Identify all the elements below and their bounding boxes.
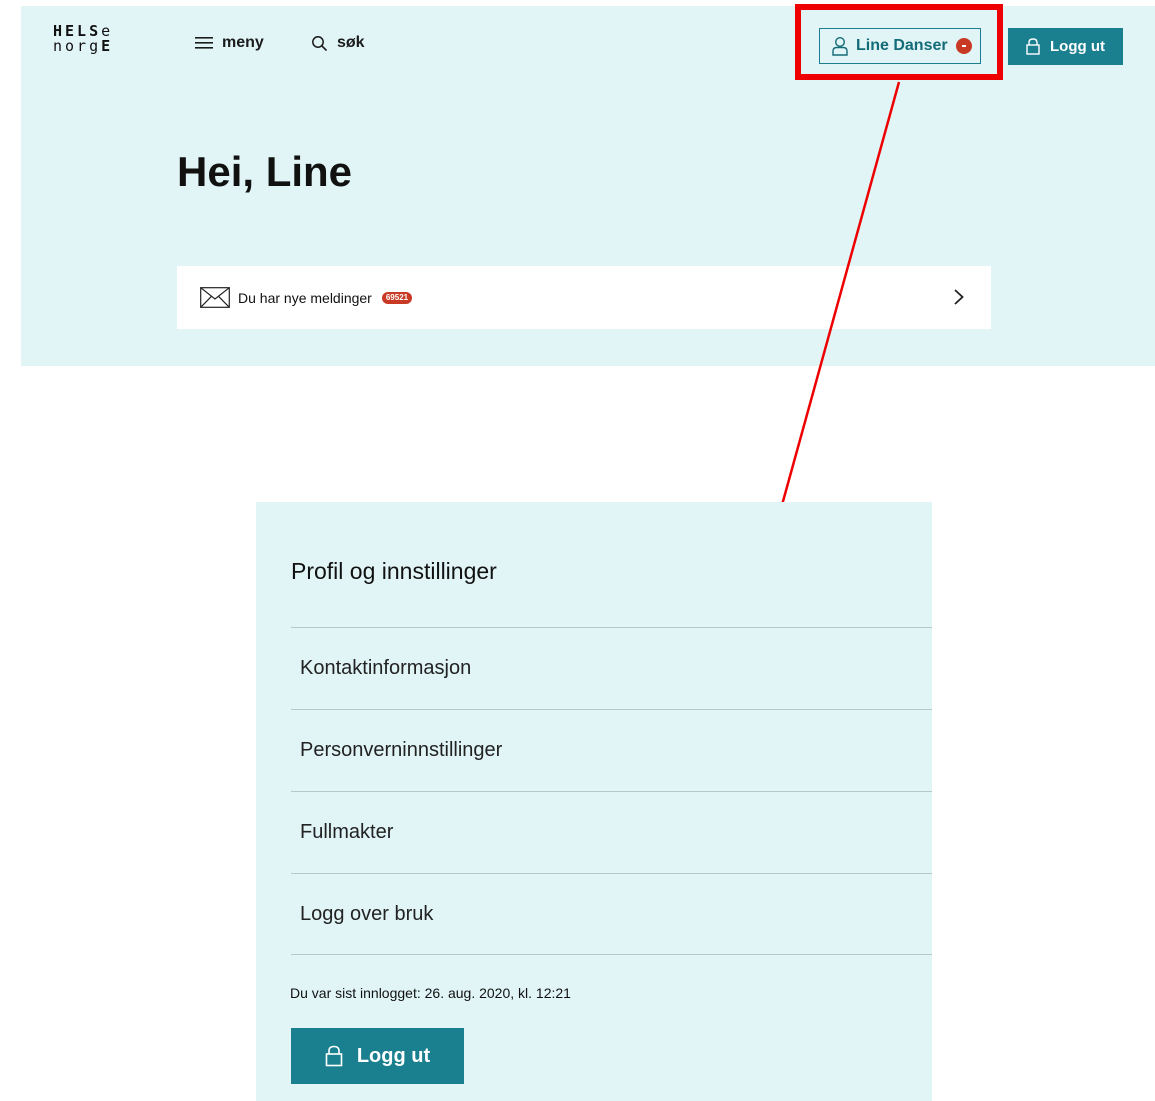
hamburger-icon — [195, 37, 213, 49]
lock-icon — [325, 1045, 343, 1067]
last-login-text: Du var sist innlogget: 26. aug. 2020, kl… — [290, 985, 571, 1001]
greeting-heading: Hei, Line — [177, 148, 353, 195]
search-button[interactable]: søk — [311, 34, 365, 52]
helsenorge-logo[interactable]: HELSe norgE — [53, 24, 113, 54]
messages-count-badge: 69521 — [381, 291, 413, 304]
menu-button[interactable]: meny — [195, 34, 264, 52]
profile-menu-item-fullmakter[interactable]: Fullmakter — [291, 791, 932, 873]
messages-text: Du har nye meldinger — [238, 289, 372, 306]
envelope-icon — [200, 287, 230, 308]
profile-logout-label: Logg ut — [356, 1044, 431, 1067]
logout-label: Logg ut — [1050, 38, 1105, 55]
chevron-right-icon — [954, 289, 964, 305]
profile-menu-item-personverninnstillinger[interactable]: Personverninnstillinger — [291, 709, 932, 791]
profile-dropdown-panel: Profil og innstillinger Kontaktinformasj… — [256, 502, 932, 1101]
logout-button[interactable]: Logg ut — [1008, 28, 1123, 65]
logo-line-2: norgE — [53, 37, 114, 55]
profile-menu-item-logg-over-bruk[interactable]: Logg over bruk — [291, 873, 932, 955]
new-messages-link[interactable]: Du har nye meldinger 69521 — [177, 266, 991, 329]
profile-menu-item-kontaktinformasjon[interactable]: Kontaktinformasjon — [291, 627, 932, 709]
profile-logout-button[interactable]: Logg ut — [291, 1028, 464, 1084]
profile-panel-title: Profil og innstillinger — [291, 558, 497, 584]
notification-dot — [955, 38, 972, 54]
search-icon — [312, 35, 328, 51]
user-profile-button[interactable]: Line Danser — [819, 28, 981, 64]
profile-menu-list: Kontaktinformasjon Personverninnstilling… — [291, 627, 932, 955]
lock-icon — [1026, 38, 1040, 55]
person-icon — [832, 36, 848, 56]
menu-label: meny — [222, 34, 264, 51]
user-name: Line Danser — [856, 37, 948, 54]
search-label: søk — [337, 34, 365, 51]
